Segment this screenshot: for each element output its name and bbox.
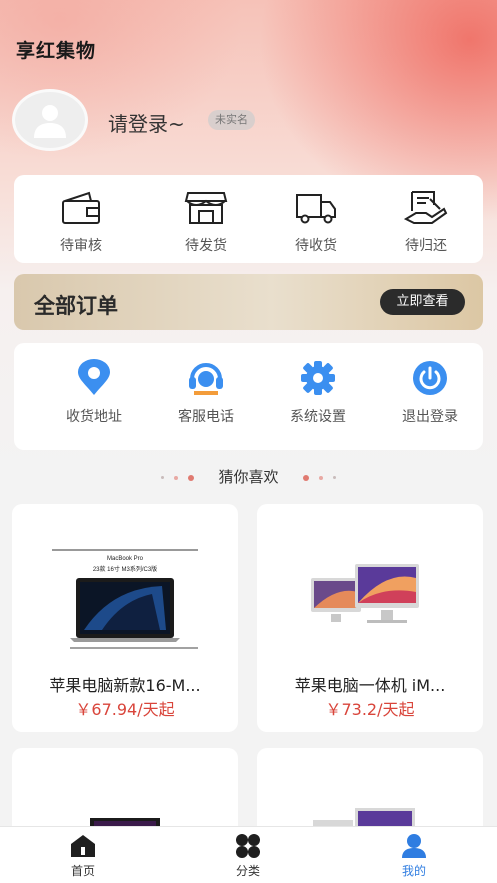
status-label: 待发货 (185, 238, 227, 254)
product-price: ￥67.94/天起 (75, 700, 175, 719)
laptop-image (90, 818, 160, 838)
default-avatar-icon (34, 105, 66, 138)
category-icon (236, 834, 260, 858)
tool-logout[interactable]: 退出登录 (380, 359, 480, 426)
avatar[interactable] (12, 89, 88, 151)
login-prompt[interactable]: 请登录~ (108, 108, 185, 137)
product-card[interactable]: 苹果电脑一体机 iM... ￥73.2/天起 (257, 504, 483, 732)
product-card[interactable] (257, 748, 483, 838)
product-card[interactable]: MacBook Pro 23款 16寸 M3系列/C3版 苹果电脑新款16-M.… (12, 504, 238, 732)
tab-mine[interactable]: 我的 (374, 833, 454, 879)
product-image-title: MacBook Pro (107, 556, 144, 562)
app-title: 享红集物 (16, 40, 97, 62)
status-awaiting-return[interactable]: 待归还 (381, 189, 471, 255)
tool-label: 收货地址 (66, 409, 122, 425)
product-price: ￥73.2/天起 (325, 700, 415, 719)
status-label: 待收货 (295, 238, 337, 254)
tools-card: 收货地址 客服电话 系统设置 退出登录 (14, 343, 483, 450)
recommend-heading: 猜你喜欢 (0, 466, 497, 490)
return-hand-icon (404, 191, 448, 224)
view-orders-button[interactable]: 立即查看 (380, 289, 465, 315)
order-status-card: 待审核 待发货 待收货 待归还 (14, 175, 483, 263)
tool-label: 退出登录 (402, 409, 458, 425)
all-orders-banner[interactable]: 全部订单 立即查看 (14, 274, 483, 330)
status-awaiting-shipment[interactable]: 待发货 (161, 189, 251, 255)
imac-image (313, 808, 415, 838)
tool-label: 客服电话 (178, 409, 234, 425)
product-name: 苹果电脑一体机 iM... (294, 676, 446, 695)
status-awaiting-receipt[interactable]: 待收货 (271, 189, 361, 255)
tool-customer-service[interactable]: 客服电话 (156, 359, 256, 426)
recommend-title: 猜你喜欢 (218, 468, 279, 486)
product-card[interactable] (12, 748, 238, 838)
all-orders-title: 全部订单 (34, 294, 118, 318)
tab-label: 首页 (70, 864, 95, 878)
imac-image (311, 564, 419, 623)
bottom-tab-bar: 首页 分类 我的 (0, 826, 497, 883)
macbook-pro-image: MacBook Pro 23款 16寸 M3系列/C3版 (52, 549, 198, 649)
status-label: 待归还 (405, 238, 447, 254)
tool-system-settings[interactable]: 系统设置 (268, 359, 368, 426)
wallet-icon (62, 191, 100, 224)
store-icon (184, 192, 228, 224)
location-pin-icon (78, 359, 110, 395)
headset-icon (189, 363, 223, 395)
tool-label: 系统设置 (290, 409, 346, 425)
tool-shipping-address[interactable]: 收货地址 (44, 359, 144, 426)
tab-category[interactable]: 分类 (208, 833, 288, 879)
truck-icon (296, 194, 336, 224)
product-image-subtitle: 23款 16寸 M3系列/C3版 (93, 565, 157, 573)
right-dots-decoration (298, 467, 341, 486)
tab-label: 我的 (401, 864, 426, 878)
user-icon (402, 834, 426, 858)
power-icon (413, 361, 447, 395)
product-name: 苹果电脑新款16-M... (49, 676, 201, 695)
status-label: 待审核 (60, 238, 102, 254)
verify-status-badge: 未实名 (208, 110, 255, 130)
gear-icon (301, 361, 335, 395)
status-pending-review[interactable]: 待审核 (36, 189, 126, 255)
tab-home[interactable]: 首页 (43, 833, 123, 879)
left-dots-decoration (156, 467, 199, 486)
home-icon (71, 835, 95, 857)
tab-label: 分类 (235, 864, 260, 878)
